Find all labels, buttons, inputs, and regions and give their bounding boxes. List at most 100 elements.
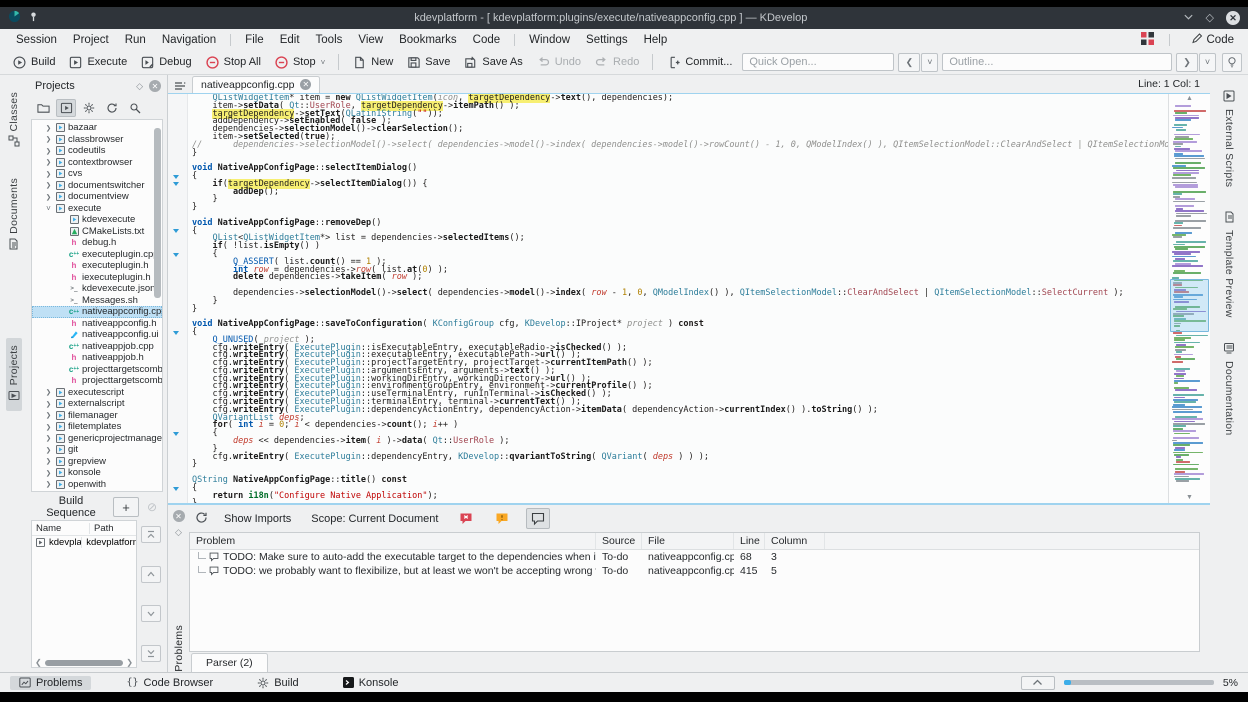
tree-item-projecttargetscomb-[interactable]: c ++ projecttargetscomb... — [32, 364, 162, 376]
expander-collapsed-icon[interactable]: ❯ — [45, 135, 52, 143]
expander-collapsed-icon[interactable]: ❯ — [45, 446, 52, 454]
col-problem[interactable]: Problem — [190, 533, 596, 549]
outline-dropdown-button[interactable]: ˅ — [1199, 52, 1216, 72]
statusbar-code-browser-button[interactable]: {} Code Browser — [117, 676, 222, 690]
quickopen-prev-button[interactable]: ❮ — [898, 52, 921, 72]
expand-progress-button[interactable] — [1020, 675, 1055, 690]
tree-item-documentview[interactable]: ❯ documentview — [32, 191, 162, 203]
quickopen-dropdown-button[interactable]: ˅ — [921, 52, 939, 72]
sidebar-item-documents[interactable]: Documents — [6, 171, 22, 260]
tree-item-executeplugin-h[interactable]: h executeplugin.h — [32, 260, 162, 272]
warnings-filter-icon[interactable] — [490, 508, 514, 529]
sidebar-item-documentation[interactable]: Documentation — [1221, 335, 1237, 443]
build-selection-icon[interactable] — [56, 98, 76, 117]
build-sequence-row[interactable]: kdevplatf... kdevplatform — [32, 536, 136, 549]
tree-item-cmakelists-txt[interactable]: CMakeLists.txt — [32, 226, 162, 238]
expander-collapsed-icon[interactable]: ❯ — [45, 434, 52, 442]
minimap-up-arrow[interactable]: ▲ — [1169, 94, 1210, 104]
move-top-button[interactable] — [141, 526, 161, 543]
tree-item-executeplugin-cpp[interactable]: c ++ executeplugin.cpp — [32, 249, 162, 261]
pin-icon[interactable] — [28, 11, 39, 25]
parser-tab[interactable]: Parser (2) — [191, 653, 268, 672]
errors-filter-icon[interactable] — [454, 508, 478, 529]
menu-file[interactable]: File — [237, 32, 272, 48]
tree-item-nativeappconfig-ui[interactable]: nativeappconfig.ui — [32, 329, 162, 341]
save-as-button[interactable]: Save As — [457, 53, 528, 72]
menu-edit[interactable]: Edit — [272, 32, 308, 48]
build-button[interactable]: Build — [6, 53, 61, 72]
menu-session[interactable]: Session — [8, 32, 65, 48]
expander-collapsed-icon[interactable]: ❯ — [45, 423, 52, 431]
document-list-icon[interactable] — [171, 78, 189, 93]
add-build-item-button[interactable]: + — [113, 497, 139, 517]
tree-item-cvs[interactable]: ❯ cvs — [32, 168, 162, 180]
fold-arrow-icon[interactable] — [173, 252, 179, 257]
tree-item-projecttargetscomb-[interactable]: h projecttargetscomb... — [32, 375, 162, 387]
fold-arrow-icon[interactable] — [173, 182, 179, 187]
tree-item-nativeappjob-cpp[interactable]: c ++ nativeappjob.cpp — [32, 341, 162, 353]
fold-arrow-icon[interactable] — [173, 486, 179, 491]
col-source[interactable]: Source — [596, 533, 642, 549]
menu-settings[interactable]: Settings — [578, 32, 636, 48]
col-file[interactable]: File — [642, 533, 734, 549]
col-column[interactable]: Column — [765, 533, 825, 549]
menu-window[interactable]: Window — [521, 32, 578, 48]
expander-collapsed-icon[interactable]: ❯ — [45, 170, 52, 178]
expander-collapsed-icon[interactable]: ❯ — [45, 469, 52, 477]
code-area-button[interactable]: Code — [1185, 31, 1241, 48]
tree-item-nativeappconfig-cpp[interactable]: c ++ nativeappconfig.cpp — [32, 306, 162, 318]
outline-next-button[interactable]: ❯ — [1176, 52, 1198, 72]
editor-gutter[interactable] — [168, 94, 188, 503]
problem-row[interactable]: TODO: Make sure to auto-add the executab… — [190, 550, 1199, 564]
undo-button[interactable]: Undo — [530, 53, 587, 72]
col-line[interactable]: Line — [734, 533, 765, 549]
code-editor[interactable]: QListWidgetItem* item = new QListWidgetI… — [168, 93, 1210, 505]
tree-item-filemanager[interactable]: ❯ filemanager — [32, 410, 162, 422]
tree-item-execute[interactable]: ˅ execute — [32, 203, 162, 215]
tree-item-executescript[interactable]: ❯ executescript — [32, 387, 162, 399]
minimize-button[interactable] — [1183, 12, 1194, 24]
remove-build-item-button[interactable]: ⊘ — [143, 498, 161, 516]
tree-item-grepview[interactable]: ❯ grepview — [32, 456, 162, 468]
tab-nativeappconfig[interactable]: nativeappconfig.cpp ✕ — [192, 76, 321, 93]
expander-collapsed-icon[interactable]: ❯ — [45, 457, 52, 465]
tree-item-debug-h[interactable]: h debug.h — [32, 237, 162, 249]
scope-button[interactable]: Scope: Current Document — [307, 511, 442, 527]
show-imports-button[interactable]: Show Imports — [220, 511, 295, 527]
expander-collapsed-icon[interactable]: ❯ — [45, 193, 52, 201]
close-button[interactable]: ✕ — [1226, 11, 1240, 25]
sidebar-item-external-scripts[interactable]: External Scripts — [1221, 83, 1237, 194]
execute-button[interactable]: Execute — [62, 53, 133, 72]
bs-horizontal-scrollbar[interactable]: ❮ ❯ — [32, 656, 136, 667]
problems-close-icon[interactable]: ✕ — [172, 510, 185, 522]
close-panel-icon[interactable]: ✕ — [149, 80, 161, 92]
menu-code[interactable]: Code — [465, 32, 509, 48]
tree-item-contextbrowser[interactable]: ❯ contextbrowser — [32, 157, 162, 169]
quick-open-input[interactable] — [742, 53, 895, 71]
expander-collapsed-icon[interactable]: ❯ — [45, 400, 52, 408]
tree-item-externalscript[interactable]: ❯ externalscript — [32, 398, 162, 410]
reparse-icon[interactable] — [195, 511, 208, 527]
outline-input[interactable] — [942, 53, 1172, 71]
settings-gear-icon[interactable] — [79, 99, 99, 117]
tree-item-classbrowser[interactable]: ❯ classbrowser — [32, 134, 162, 146]
menu-bookmarks[interactable]: Bookmarks — [391, 32, 465, 48]
fold-arrow-icon[interactable] — [173, 431, 179, 436]
chevron-down-icon[interactable]: ˅ — [321, 58, 326, 67]
reload-gear-icon[interactable] — [102, 99, 122, 117]
bs-column-name[interactable]: Name — [32, 522, 90, 534]
redo-button[interactable]: Redo — [588, 53, 645, 72]
debug-button[interactable]: Debug — [134, 53, 197, 72]
tree-item-kdevexecute-json[interactable]: >_ kdevexecute.json — [32, 283, 162, 295]
problem-row[interactable]: TODO: we probably want to flexibilize, b… — [190, 564, 1199, 578]
open-project-folder-icon[interactable] — [33, 99, 53, 117]
tree-item-openwith[interactable]: ❯ openwith — [32, 479, 162, 491]
sidebar-item-projects[interactable]: Projects — [5, 338, 22, 411]
expander-collapsed-icon[interactable]: ❯ — [45, 124, 52, 132]
menu-tools[interactable]: Tools — [308, 32, 351, 48]
tab-close-icon[interactable]: ✕ — [300, 79, 312, 90]
move-down-button[interactable] — [141, 605, 161, 623]
bs-column-path[interactable]: Path — [90, 523, 118, 534]
save-button[interactable]: Save — [400, 53, 456, 72]
hints-filter-icon[interactable] — [526, 508, 551, 529]
